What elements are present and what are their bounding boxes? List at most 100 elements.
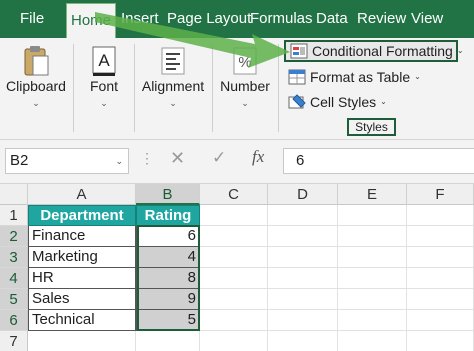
tab-view[interactable]: View bbox=[411, 0, 443, 38]
percent-icon: % bbox=[233, 47, 257, 75]
cell-department[interactable]: Sales bbox=[28, 289, 136, 310]
column-header-b[interactable]: B bbox=[136, 184, 200, 205]
table-header-rating[interactable]: Rating bbox=[136, 205, 200, 226]
tab-data[interactable]: Data bbox=[316, 0, 348, 38]
cell-empty[interactable] bbox=[268, 289, 338, 310]
cell-empty[interactable] bbox=[268, 247, 338, 268]
format-as-table-label: Format as Table bbox=[310, 69, 411, 85]
cell-empty[interactable] bbox=[407, 310, 474, 331]
cell-empty[interactable] bbox=[200, 226, 268, 247]
clipboard-group[interactable]: Clipboard ⌄ bbox=[0, 38, 72, 138]
cell-department[interactable]: HR bbox=[28, 268, 136, 289]
formula-bar: B2 ⌄ ⋮ ✕ ✓ fx 6 bbox=[0, 140, 474, 184]
select-all-corner[interactable] bbox=[0, 184, 28, 205]
divider bbox=[73, 44, 74, 132]
font-label: Font bbox=[89, 78, 118, 94]
font-group[interactable]: A Font ⌄ bbox=[76, 38, 132, 138]
cell-empty[interactable] bbox=[338, 247, 407, 268]
tab-page-layout[interactable]: Page Layout bbox=[167, 0, 251, 38]
conditional-formatting-icon bbox=[290, 43, 308, 59]
divider bbox=[212, 44, 213, 132]
clipboard-icon bbox=[24, 46, 49, 76]
name-box-value: B2 bbox=[10, 152, 29, 169]
cell-styles-label: Cell Styles bbox=[310, 94, 377, 110]
cell-empty[interactable] bbox=[268, 310, 338, 331]
cell-empty[interactable] bbox=[268, 331, 338, 351]
row-header-2[interactable]: 2 bbox=[0, 226, 28, 247]
column-header-e[interactable]: E bbox=[338, 184, 407, 205]
chevron-down-icon: ⌄ bbox=[169, 98, 177, 108]
cell-empty[interactable] bbox=[136, 331, 200, 351]
cell-empty[interactable] bbox=[407, 226, 474, 247]
row-header-1[interactable]: 1 bbox=[0, 205, 28, 226]
number-group[interactable]: % Number ⌄ bbox=[215, 38, 275, 138]
cell-rating[interactable]: 9 bbox=[136, 289, 200, 310]
cell-empty[interactable] bbox=[28, 331, 136, 351]
cell-empty[interactable] bbox=[338, 226, 407, 247]
chevron-down-icon[interactable]: ⌄ bbox=[115, 149, 123, 173]
tab-review[interactable]: Review bbox=[357, 0, 406, 38]
cancel-icon[interactable]: ✕ bbox=[170, 148, 185, 169]
cell-empty[interactable] bbox=[338, 289, 407, 310]
svg-text:%: % bbox=[238, 54, 251, 71]
cell-empty[interactable] bbox=[200, 205, 268, 226]
cell-department[interactable]: Technical bbox=[28, 310, 136, 331]
ribbon-tab-bar: File Home Insert Page Layout Formulas Da… bbox=[0, 0, 474, 38]
cell-rating[interactable]: 4 bbox=[136, 247, 200, 268]
table-header-department[interactable]: Department bbox=[28, 205, 136, 226]
cell-empty[interactable] bbox=[338, 268, 407, 289]
chevron-down-icon: ⌄ bbox=[456, 46, 464, 55]
cell-empty[interactable] bbox=[268, 226, 338, 247]
divider bbox=[134, 44, 135, 132]
format-as-table-button[interactable]: Format as Table ⌄ bbox=[288, 66, 421, 88]
cell-empty[interactable] bbox=[200, 310, 268, 331]
cell-styles-button[interactable]: Cell Styles ⌄ bbox=[288, 91, 387, 113]
cell-empty[interactable] bbox=[200, 247, 268, 268]
cell-empty[interactable] bbox=[200, 268, 268, 289]
chevron-down-icon: ⌄ bbox=[32, 98, 40, 108]
ribbon: Clipboard ⌄ A Font ⌄ Alignment ⌄ % Numbe… bbox=[0, 38, 474, 140]
row-header-6[interactable]: 6 bbox=[0, 310, 28, 331]
styles-group-label: Styles bbox=[347, 118, 396, 136]
cell-department[interactable]: Finance bbox=[28, 226, 136, 247]
conditional-formatting-button[interactable]: Conditional Formatting ⌄ bbox=[284, 40, 464, 62]
tab-formulas[interactable]: Formulas bbox=[250, 0, 313, 38]
cell-empty[interactable] bbox=[338, 310, 407, 331]
column-header-c[interactable]: C bbox=[200, 184, 268, 205]
row-header-3[interactable]: 3 bbox=[0, 247, 28, 268]
row-header-5[interactable]: 5 bbox=[0, 289, 28, 310]
alignment-group[interactable]: Alignment ⌄ bbox=[137, 38, 209, 138]
cell-department[interactable]: Marketing bbox=[28, 247, 136, 268]
row-header-4[interactable]: 4 bbox=[0, 268, 28, 289]
column-header-d[interactable]: D bbox=[268, 184, 338, 205]
cell-rating[interactable]: 5 bbox=[136, 310, 200, 331]
cell-rating[interactable]: 6 bbox=[136, 226, 200, 247]
tab-file[interactable]: File bbox=[20, 0, 44, 38]
cell-empty[interactable] bbox=[407, 247, 474, 268]
cell-empty[interactable] bbox=[407, 205, 474, 226]
formula-input[interactable]: 6 bbox=[283, 148, 474, 174]
tab-insert[interactable]: Insert bbox=[121, 0, 159, 38]
cell-empty[interactable] bbox=[407, 289, 474, 310]
row-header-7[interactable]: 7 bbox=[0, 331, 28, 351]
cell-rating[interactable]: 8 bbox=[136, 268, 200, 289]
font-icon: A bbox=[92, 46, 116, 76]
cell-empty[interactable] bbox=[338, 331, 407, 351]
check-icon[interactable]: ✓ bbox=[212, 148, 226, 168]
cell-empty[interactable] bbox=[200, 331, 268, 351]
name-box[interactable]: B2 ⌄ bbox=[5, 148, 129, 174]
chevron-down-icon: ⌄ bbox=[380, 97, 387, 106]
cell-empty[interactable] bbox=[338, 205, 407, 226]
cell-empty[interactable] bbox=[268, 205, 338, 226]
cell-empty[interactable] bbox=[268, 268, 338, 289]
clipboard-label: Clipboard bbox=[6, 78, 66, 94]
column-header-f[interactable]: F bbox=[407, 184, 474, 205]
cell-empty[interactable] bbox=[407, 268, 474, 289]
cell-empty[interactable] bbox=[200, 289, 268, 310]
insert-function-button[interactable]: fx bbox=[252, 147, 264, 167]
column-header-a[interactable]: A bbox=[28, 184, 136, 205]
cell-empty[interactable] bbox=[407, 331, 474, 351]
worksheet-grid: A B C D E F 1 2 3 4 5 6 7 Department Rat… bbox=[0, 184, 474, 351]
tab-home[interactable]: Home bbox=[66, 3, 117, 38]
more-icon: ⋮ bbox=[140, 150, 154, 166]
